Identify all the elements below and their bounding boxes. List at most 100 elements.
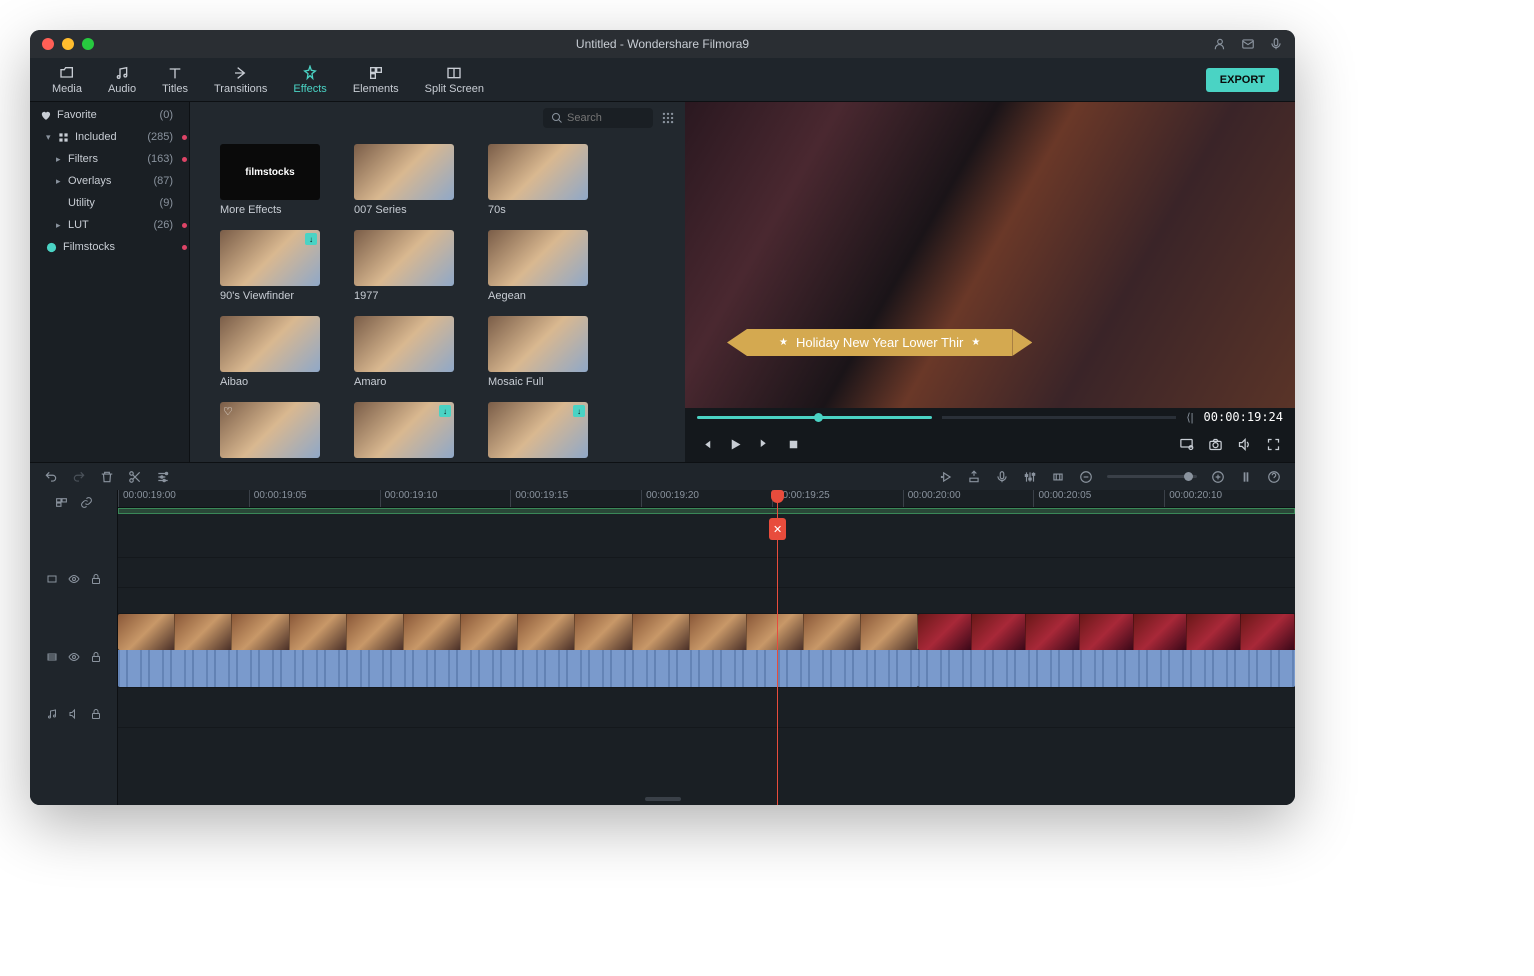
effect-thumbnail[interactable]: [488, 230, 588, 286]
visibility-icon[interactable]: [68, 573, 80, 585]
effect-item[interactable]: ↓: [488, 402, 588, 458]
effect-thumbnail[interactable]: [354, 144, 454, 200]
edit-properties-button[interactable]: [156, 470, 170, 484]
display-settings-icon[interactable]: [1179, 437, 1194, 452]
tab-titles[interactable]: Titles: [150, 61, 200, 99]
audio-waveform-2[interactable]: [918, 650, 1295, 687]
lower-third-title: ★ Holiday New Year Lower Thir ★: [747, 329, 1012, 356]
tab-effects[interactable]: Effects: [281, 61, 338, 99]
preview-canvas[interactable]: ★ Holiday New Year Lower Thir ★: [685, 102, 1295, 408]
prev-frame-button[interactable]: [699, 437, 714, 452]
ruler-tick: 00:00:20:05: [1033, 490, 1164, 507]
window-close-button[interactable]: [42, 38, 54, 50]
search-box[interactable]: [543, 108, 653, 128]
mail-icon[interactable]: [1241, 37, 1255, 51]
effect-item[interactable]: Aibao: [220, 316, 320, 388]
sidebar-item-lut[interactable]: ▸ LUT(26): [30, 214, 189, 236]
visibility-icon[interactable]: [68, 651, 80, 663]
help-icon[interactable]: [1267, 470, 1281, 484]
manage-tracks-icon[interactable]: [55, 496, 68, 509]
effect-item[interactable]: 70s: [488, 144, 588, 216]
mute-icon[interactable]: [68, 708, 80, 720]
redo-button[interactable]: [72, 470, 86, 484]
record-voiceover-icon[interactable]: [995, 470, 1009, 484]
effect-thumbnail[interactable]: ♡: [220, 402, 320, 458]
effect-thumbnail[interactable]: [488, 316, 588, 372]
filmstocks-icon: [46, 242, 57, 253]
zoom-in-icon[interactable]: [1211, 470, 1225, 484]
effect-item[interactable]: 007 Series: [354, 144, 454, 216]
timeline-ruler[interactable]: 00:00:19:0000:00:19:0500:00:19:1000:00:1…: [118, 490, 1295, 508]
marker-icon[interactable]: [967, 470, 981, 484]
effect-item[interactable]: Aegean: [488, 230, 588, 302]
split-button[interactable]: [128, 470, 142, 484]
effect-item[interactable]: ↓90's Viewfinder: [220, 230, 320, 302]
chevron-down-icon: ▾: [46, 132, 56, 143]
video-track[interactable]: [118, 614, 1295, 688]
play-button[interactable]: [728, 437, 743, 452]
lock-icon[interactable]: [90, 651, 102, 663]
sidebar-item-filters[interactable]: ▸ Filters(163): [30, 148, 189, 170]
link-icon[interactable]: [80, 496, 93, 509]
preview-scrub-bar[interactable]: [697, 416, 932, 419]
lock-icon[interactable]: [90, 708, 102, 720]
sidebar-item-favorite[interactable]: Favorite(0): [30, 104, 189, 126]
render-preview-icon[interactable]: [939, 470, 953, 484]
remove-marker-icon[interactable]: ✕: [769, 518, 786, 540]
effect-item[interactable]: 1977: [354, 230, 454, 302]
resize-handle[interactable]: [645, 797, 681, 801]
effects-sidebar: Favorite(0) ▾ Included(285) ▸ Filters(16…: [30, 102, 190, 462]
zoom-slider[interactable]: [1107, 475, 1197, 478]
effect-thumbnail[interactable]: ↓: [220, 230, 320, 286]
effect-thumbnail[interactable]: [354, 316, 454, 372]
stop-button[interactable]: [786, 437, 801, 452]
effect-item[interactable]: Mosaic Full: [488, 316, 588, 388]
delete-button[interactable]: [100, 470, 114, 484]
snapshot-icon[interactable]: [1208, 437, 1223, 452]
fullscreen-icon[interactable]: [1266, 437, 1281, 452]
playhead[interactable]: ✕: [777, 490, 778, 805]
lock-icon[interactable]: [90, 573, 102, 585]
tab-media[interactable]: Media: [40, 61, 94, 99]
effect-item[interactable]: ♡: [220, 402, 320, 458]
tab-split-screen[interactable]: Split Screen: [413, 61, 496, 99]
view-grid-icon[interactable]: [661, 111, 675, 125]
overlay-track[interactable]: [118, 514, 1295, 558]
play-to-end-button[interactable]: [757, 437, 772, 452]
zoom-out-icon[interactable]: [1079, 470, 1093, 484]
go-to-end-icon[interactable]: ⟨|: [1186, 411, 1193, 424]
effect-thumbnail[interactable]: [354, 230, 454, 286]
mic-icon[interactable]: [1269, 37, 1283, 51]
audio-track[interactable]: [118, 688, 1295, 728]
account-icon[interactable]: [1213, 37, 1227, 51]
sidebar-item-filmstocks[interactable]: Filmstocks: [30, 236, 189, 258]
audio-waveform-1[interactable]: [118, 650, 918, 687]
sidebar-item-utility[interactable]: ▸ Utility(9): [30, 192, 189, 214]
tab-elements[interactable]: Elements: [341, 61, 411, 99]
export-button[interactable]: EXPORT: [1206, 68, 1279, 92]
ruler-tick: 00:00:19:00: [118, 490, 249, 507]
effect-thumbnail[interactable]: ↓: [488, 402, 588, 458]
volume-icon[interactable]: [1237, 437, 1252, 452]
effect-thumbnail[interactable]: [488, 144, 588, 200]
effect-thumbnail[interactable]: [220, 316, 320, 372]
video-clip-1[interactable]: [118, 614, 918, 650]
tab-transitions[interactable]: Transitions: [202, 61, 279, 99]
effect-thumbnail[interactable]: [220, 144, 320, 200]
zoom-fit-icon[interactable]: [1239, 470, 1253, 484]
effect-thumbnail[interactable]: ↓: [354, 402, 454, 458]
title-track[interactable]: [118, 558, 1295, 588]
effect-item[interactable]: ↓: [354, 402, 454, 458]
sidebar-item-overlays[interactable]: ▸ Overlays(87): [30, 170, 189, 192]
search-input[interactable]: [563, 112, 643, 124]
crop-icon[interactable]: [1051, 470, 1065, 484]
sidebar-item-included[interactable]: ▾ Included(285): [30, 126, 189, 148]
undo-button[interactable]: [44, 470, 58, 484]
window-minimize-button[interactable]: [62, 38, 74, 50]
effect-item[interactable]: Amaro: [354, 316, 454, 388]
effect-item[interactable]: More Effects: [220, 144, 320, 216]
tab-audio[interactable]: Audio: [96, 61, 148, 99]
window-zoom-button[interactable]: [82, 38, 94, 50]
video-clip-2[interactable]: [918, 614, 1295, 650]
audio-mixer-icon[interactable]: [1023, 470, 1037, 484]
